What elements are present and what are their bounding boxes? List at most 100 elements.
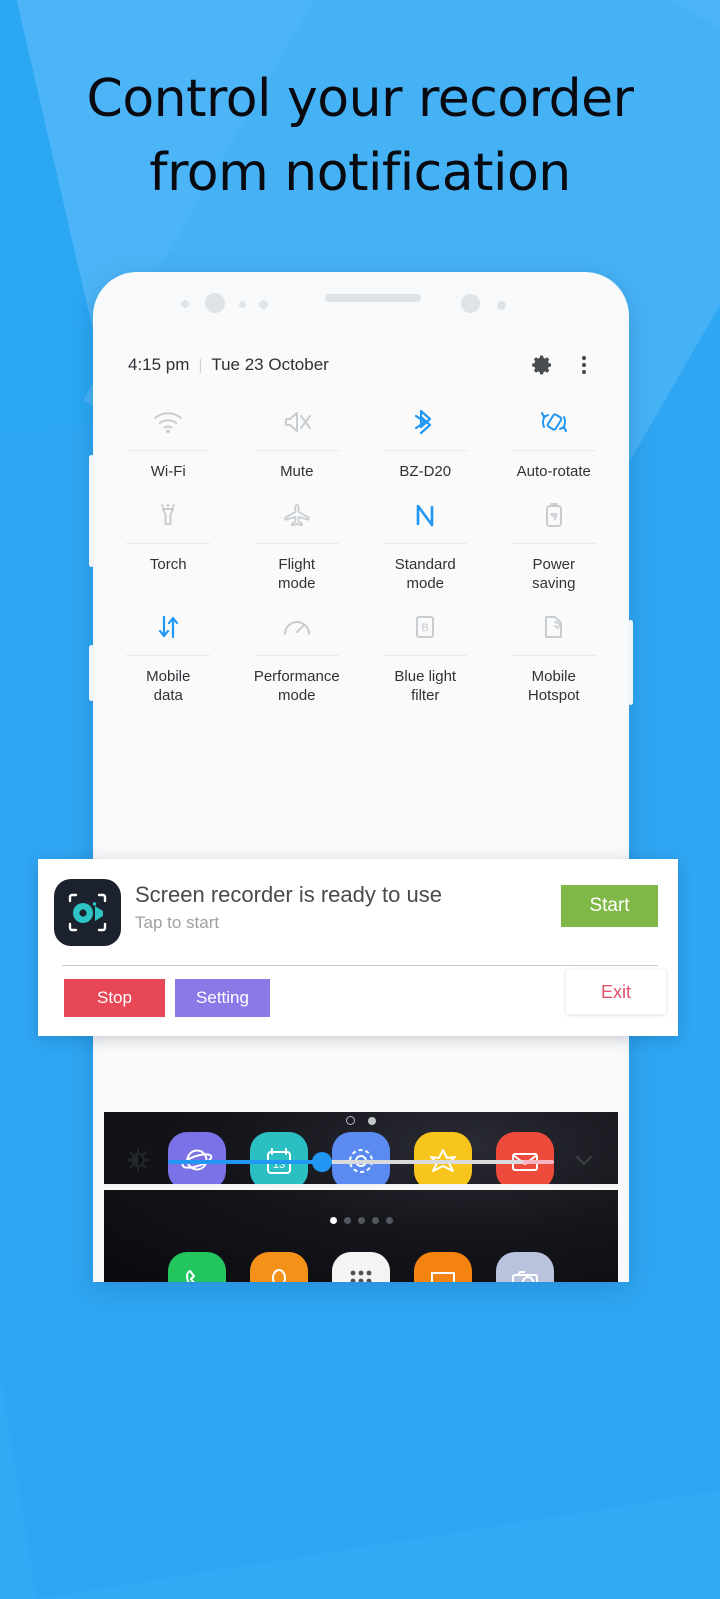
tile-flight-mode[interactable]: Flight mode — [233, 481, 362, 593]
proximity-sensor-icon — [181, 300, 189, 308]
hotspot-icon — [490, 605, 619, 649]
tile-label: Standard mode — [394, 556, 456, 592]
home-page-dot — [357, 1217, 365, 1224]
tile-performance-mode[interactable]: Performance mode — [233, 593, 362, 705]
secondary-camera-icon — [461, 294, 480, 313]
screen-recorder-notification[interactable]: Screen recorder is ready to use Tap to s… — [38, 859, 678, 1036]
airplane-icon — [233, 493, 362, 537]
power-button[interactable] — [628, 620, 633, 705]
data-transfer-icon — [104, 605, 233, 649]
tile-label: Flight mode — [277, 556, 316, 592]
tile-power-saving[interactable]: Power saving — [490, 481, 619, 593]
tile-divider — [126, 543, 211, 544]
start-button[interactable]: Start — [561, 885, 658, 927]
contacts-app-icon[interactable] — [250, 1252, 308, 1282]
tile-torch[interactable]: Torch — [104, 481, 233, 593]
bixby-button[interactable] — [89, 645, 94, 701]
headline-line-1: Control your recorder — [86, 69, 634, 129]
tile-divider — [254, 450, 339, 451]
brightness-icon[interactable] — [126, 1148, 150, 1177]
brightness-slider[interactable] — [168, 1152, 554, 1172]
notification-actions: Stop Setting Exit — [38, 966, 678, 1017]
mute-icon — [233, 400, 362, 444]
volume-buttons[interactable] — [89, 455, 94, 567]
front-camera-icon — [205, 293, 225, 313]
contact-icon — [272, 1269, 286, 1282]
settings-gear-button[interactable] — [530, 353, 554, 377]
tile-label: Wi-Fi — [150, 463, 186, 480]
screen-recorder-app-icon — [54, 879, 121, 946]
home-page-dot — [329, 1217, 337, 1224]
quick-settings-row: Wi-Fi Mute BZ-D20 Auto-rotate — [104, 388, 618, 481]
quick-settings-row: Torch Flight mode Standard mode Power sa… — [104, 481, 618, 593]
battery-saver-icon — [490, 493, 619, 537]
tile-mute[interactable]: Mute — [233, 388, 362, 481]
earpiece-speaker — [325, 294, 421, 302]
brightness-slider-knob[interactable] — [312, 1152, 333, 1172]
svg-text:B: B — [422, 622, 429, 634]
panel-page-dot-active — [346, 1116, 355, 1125]
tile-blue-light-filter[interactable]: B Blue light filter — [361, 593, 490, 705]
tile-divider — [254, 655, 339, 656]
tile-divider — [254, 543, 339, 544]
status-clock: 4:15 pm — [128, 355, 190, 374]
chat-icon — [431, 1272, 455, 1282]
wifi-icon — [104, 400, 233, 444]
camera-app-icon[interactable] — [496, 1252, 554, 1282]
phone-app-icon[interactable] — [168, 1252, 226, 1282]
tile-label: Mobile data — [146, 668, 191, 704]
tile-nfc-standard-mode[interactable]: Standard mode — [361, 481, 490, 593]
speedometer-icon — [233, 605, 362, 649]
notification-text-block: Screen recorder is ready to use Tap to s… — [121, 879, 561, 933]
messages-app-icon[interactable] — [414, 1252, 472, 1282]
home-dock-row — [104, 1252, 618, 1282]
tile-label: Blue light filter — [394, 668, 457, 704]
tile-label: Mobile Hotspot — [527, 668, 580, 704]
tile-divider — [383, 655, 468, 656]
notification-subtitle: Tap to start — [135, 913, 220, 932]
tile-divider — [383, 543, 468, 544]
tile-divider — [126, 450, 211, 451]
exit-button[interactable]: Exit — [566, 970, 666, 1014]
flashlight-icon — [104, 493, 233, 537]
app-drawer-icon[interactable] — [332, 1252, 390, 1282]
stop-button[interactable]: Stop — [64, 979, 165, 1017]
notification-header: Screen recorder is ready to use Tap to s… — [38, 859, 678, 946]
home-page-dot — [343, 1217, 351, 1224]
home-page-dot — [385, 1217, 393, 1224]
more-vertical-icon — [581, 355, 587, 375]
phone-top-bezel — [93, 272, 629, 328]
promo-headline: Control your recorder from notification — [0, 62, 720, 210]
bluetooth-icon — [361, 400, 490, 444]
video-camera-icon — [68, 893, 107, 932]
light-sensor-icon — [259, 300, 268, 309]
quick-panel-header: 4:15 pm | Tue 23 October — [104, 342, 618, 388]
quick-panel-page-indicator — [104, 1116, 618, 1125]
more-options-button[interactable] — [574, 353, 594, 377]
tile-label: Power saving — [532, 556, 576, 592]
grid-dots-icon — [350, 1270, 372, 1282]
status-date: Tue 23 October — [211, 355, 329, 374]
iris-sensor-icon — [239, 301, 246, 308]
quick-settings-grid: Wi-Fi Mute BZ-D20 Auto-rotate Torch Flig… — [104, 388, 618, 705]
led-indicator-icon — [497, 301, 506, 310]
tile-divider — [511, 655, 596, 656]
tile-auto-rotate[interactable]: Auto-rotate — [490, 388, 619, 481]
nfc-icon — [361, 493, 490, 537]
phone-screen: 13 4:15 pm | Tue 23 October Wi-Fi Mute B… — [104, 326, 618, 1282]
tile-divider — [126, 655, 211, 656]
tile-bluetooth[interactable]: BZ-D20 — [361, 388, 490, 481]
auto-rotate-icon — [490, 400, 619, 444]
gear-icon — [532, 355, 551, 375]
tile-divider — [511, 543, 596, 544]
brightness-row — [104, 1138, 618, 1186]
tile-wifi[interactable]: Wi-Fi — [104, 388, 233, 481]
home-page-indicator — [104, 1217, 618, 1224]
expand-panel-button[interactable] — [572, 1148, 596, 1177]
quick-settings-row: Mobile data Performance mode B Blue ligh… — [104, 593, 618, 705]
tile-label: Performance mode — [253, 668, 340, 704]
tile-mobile-data[interactable]: Mobile data — [104, 593, 233, 705]
tile-mobile-hotspot[interactable]: Mobile Hotspot — [490, 593, 619, 705]
setting-button[interactable]: Setting — [175, 979, 270, 1017]
panel-bottom-edge — [104, 1184, 618, 1190]
